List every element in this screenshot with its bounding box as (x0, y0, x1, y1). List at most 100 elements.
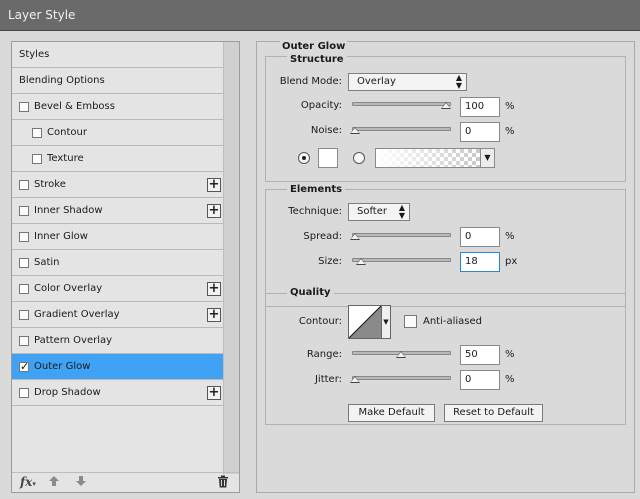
style-item-inner-shadow[interactable]: Inner Shadow + (12, 198, 224, 224)
dialog-title: Layer Style (8, 8, 76, 22)
quality-heading: Quality (287, 287, 334, 299)
jitter-unit: % (505, 374, 515, 385)
technique-select[interactable]: Softer ▲ ▼ (348, 203, 410, 221)
style-item-checkbox[interactable] (19, 310, 29, 320)
style-item-checkbox[interactable]: ✓ (19, 360, 30, 373)
spread-input[interactable]: 0 (460, 227, 500, 247)
style-item-label: Pattern Overlay (34, 335, 113, 346)
styles-list-footer: fx▾ (12, 472, 239, 492)
noise-label: Noise: (310, 125, 342, 136)
style-item-checkbox[interactable] (32, 128, 42, 138)
range-unit: % (505, 349, 515, 360)
fx-button[interactable]: fx▾ (20, 475, 36, 491)
solid-color-radio[interactable] (298, 152, 310, 164)
anti-aliased-label: Anti-aliased (423, 316, 483, 327)
updown-arrows-icon: ▲ ▼ (455, 73, 462, 90)
range-label: Range: (306, 349, 342, 360)
spread-unit: % (505, 231, 515, 242)
size-input[interactable]: 18 (460, 252, 500, 272)
style-item-label: Styles (19, 49, 50, 60)
style-item-gradient-overlay[interactable]: Gradient Overlay + (12, 302, 224, 328)
style-item-checkbox[interactable] (19, 388, 29, 398)
gradient-dropdown-button[interactable]: ▼ (480, 148, 495, 168)
technique-label: Technique: (288, 206, 342, 217)
style-item-label: Texture (47, 153, 84, 164)
style-item-label: Color Overlay (34, 283, 103, 294)
style-item-checkbox[interactable] (19, 336, 29, 346)
gradient-radio[interactable] (353, 152, 365, 164)
style-item-label: Inner Glow (34, 231, 88, 242)
range-slider[interactable] (352, 351, 451, 358)
spread-slider[interactable] (350, 233, 451, 240)
style-item-checkbox[interactable] (19, 102, 29, 112)
trash-icon[interactable] (217, 475, 229, 491)
opacity-input[interactable]: 100 (460, 97, 500, 117)
range-input[interactable]: 50 (460, 345, 500, 365)
dialog-title-bar: Layer Style (0, 0, 640, 31)
add-effect-button[interactable]: + (207, 204, 221, 218)
elements-heading: Elements (287, 184, 346, 196)
opacity-label: Opacity: (300, 100, 342, 111)
add-effect-button[interactable]: + (207, 178, 221, 192)
style-item-drop-shadow[interactable]: Drop Shadow + (12, 380, 224, 406)
styles-list-scrollbar[interactable] (223, 42, 239, 474)
anti-aliased-checkbox[interactable] (404, 315, 417, 328)
chevron-down-icon: ▼ (484, 153, 491, 162)
jitter-slider-thumb[interactable] (350, 376, 360, 383)
range-slider-thumb[interactable] (395, 351, 406, 358)
style-item-label: Inner Shadow (34, 205, 103, 216)
style-item-checkbox[interactable] (19, 258, 29, 268)
style-item-contour[interactable]: Contour (12, 120, 224, 146)
contour-label: Contour: (298, 316, 342, 327)
blend-mode-select[interactable]: Overlay ▲ ▼ (348, 73, 467, 91)
style-item-checkbox[interactable] (19, 180, 29, 190)
style-item-styles[interactable]: Styles (12, 42, 224, 68)
style-item-bevel-emboss[interactable]: Bevel & Emboss (12, 94, 224, 120)
glow-gradient-picker[interactable] (375, 148, 481, 168)
glow-color-swatch[interactable] (318, 148, 338, 168)
jitter-input[interactable]: 0 (460, 370, 500, 390)
style-item-stroke[interactable]: Stroke + (12, 172, 224, 198)
styles-list-panel: Styles Blending Options Bevel & Emboss Cont… (11, 41, 240, 493)
style-item-label: Outer Glow (34, 361, 91, 372)
checkmark-icon: ✓ (20, 360, 30, 373)
blend-mode-label: Blend Mode: (279, 76, 342, 87)
jitter-slider[interactable] (350, 376, 451, 383)
style-item-label: Drop Shadow (34, 387, 101, 398)
reset-to-default-button[interactable]: Reset to Default (444, 404, 543, 422)
noise-slider[interactable] (350, 127, 451, 134)
style-item-inner-glow[interactable]: Inner Glow (12, 224, 224, 250)
styles-list: Styles Blending Options Bevel & Emboss Cont… (12, 42, 224, 406)
make-default-button[interactable]: Make Default (348, 404, 435, 422)
add-effect-button[interactable]: + (207, 308, 221, 322)
noise-slider-thumb[interactable] (350, 127, 360, 134)
style-item-checkbox[interactable] (32, 154, 42, 164)
style-item-outer-glow[interactable]: ✓ Outer Glow (12, 354, 224, 380)
arrow-down-icon[interactable] (75, 475, 87, 490)
style-item-checkbox[interactable] (19, 206, 29, 216)
opacity-slider[interactable] (352, 102, 451, 109)
spread-slider-thumb[interactable] (350, 233, 360, 240)
size-slider[interactable] (352, 258, 451, 265)
style-item-color-overlay[interactable]: Color Overlay + (12, 276, 224, 302)
add-effect-button[interactable]: + (207, 282, 221, 296)
add-effect-button[interactable]: + (207, 386, 221, 400)
style-item-checkbox[interactable] (19, 284, 29, 294)
size-slider-thumb[interactable] (356, 258, 367, 265)
style-item-texture[interactable]: Texture (12, 146, 224, 172)
opacity-slider-thumb[interactable] (441, 102, 451, 109)
style-item-label: Gradient Overlay (34, 309, 120, 320)
style-item-pattern-overlay[interactable]: Pattern Overlay (12, 328, 224, 354)
style-item-satin[interactable]: Satin (12, 250, 224, 276)
size-unit: px (505, 256, 518, 267)
contour-preview[interactable] (348, 305, 382, 339)
style-item-label: Bevel & Emboss (34, 101, 115, 112)
style-item-blending-options[interactable]: Blending Options (12, 68, 224, 94)
panel-title: Outer Glow (280, 41, 348, 53)
style-item-label: Blending Options (19, 75, 105, 86)
contour-dropdown-button[interactable]: ▼ (382, 305, 391, 339)
arrow-up-icon[interactable] (48, 475, 60, 490)
style-item-label: Contour (47, 127, 87, 138)
noise-input[interactable]: 0 (460, 122, 500, 142)
style-item-checkbox[interactable] (19, 232, 29, 242)
